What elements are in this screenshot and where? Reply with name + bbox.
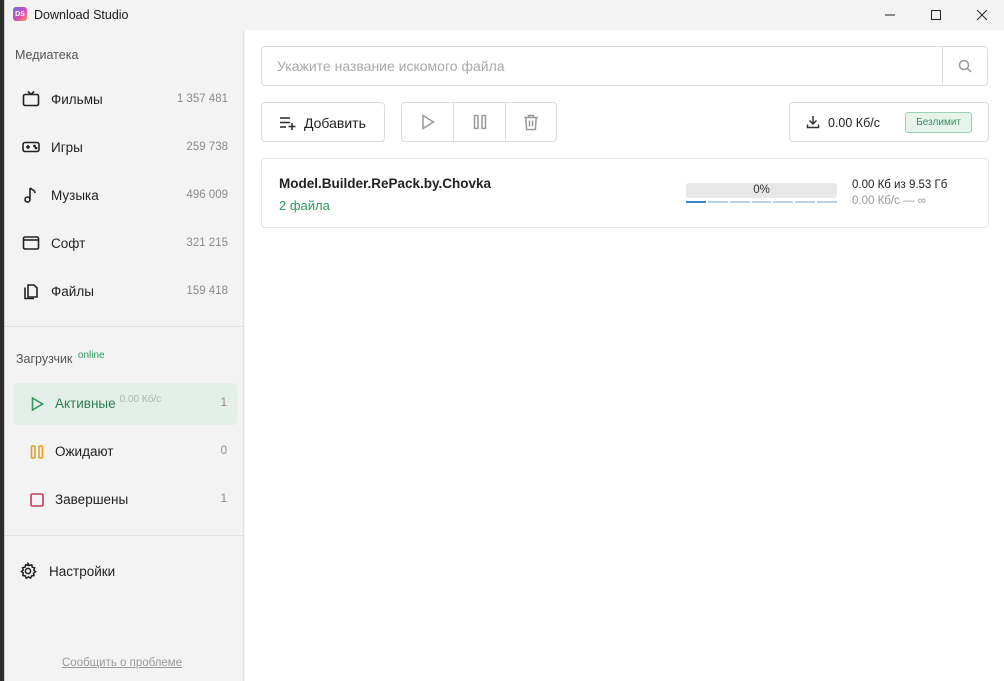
- segment: [707, 201, 728, 203]
- sidebar-item-count: 0: [220, 445, 227, 457]
- total-speed: 0.00 Кб/с: [828, 116, 880, 130]
- maximize-button[interactable]: [913, 0, 959, 30]
- sidebar-item-label: Музыка: [51, 187, 99, 203]
- gamepad-icon: [21, 137, 41, 157]
- search-icon: [958, 59, 972, 73]
- sidebar-divider: [5, 535, 244, 536]
- sidebar: Медиатека Фильмы 1 357 481 Игры 259 738 …: [5, 30, 244, 681]
- sidebar-item-count: 496 009: [186, 189, 228, 201]
- sidebar-item-label: Фильмы: [51, 91, 103, 107]
- pause-icon: [473, 114, 486, 130]
- download-icon: [806, 116, 820, 129]
- sidebar-item-music[interactable]: Музыка 496 009: [5, 174, 244, 216]
- sidebar-item-label: Завершены: [55, 492, 129, 507]
- active-label-text: Активные: [55, 396, 116, 411]
- files-icon: [21, 281, 41, 301]
- delete-button[interactable]: [504, 103, 556, 141]
- sidebar-item-software[interactable]: Софт 321 215: [5, 222, 244, 264]
- sidebar-item-count: 1 357 481: [176, 93, 228, 105]
- pause-icon: [27, 442, 47, 462]
- segment: [795, 201, 816, 203]
- gear-icon: [19, 561, 37, 585]
- task-progress-text: 0%: [753, 184, 770, 196]
- settings-label: Настройки: [49, 564, 116, 579]
- app-window: DS Download Studio Медиатека Фильмы 1 35…: [4, 0, 1004, 681]
- window-title: Download Studio: [34, 8, 129, 22]
- task-progress-bar: 0%: [686, 183, 837, 198]
- sidebar-item-count: 159 418: [186, 285, 228, 297]
- sidebar-item-games[interactable]: Игры 259 738: [5, 126, 244, 168]
- library-section-title: Медиатека: [15, 48, 79, 62]
- window-icon: [21, 233, 41, 253]
- play-icon: [27, 394, 47, 414]
- online-status: online: [77, 350, 105, 361]
- search-button[interactable]: [942, 47, 987, 85]
- report-problem-link[interactable]: Сообщить о проблеме: [62, 657, 182, 669]
- sidebar-item-completed[interactable]: Завершены 1: [13, 479, 237, 521]
- sidebar-item-label: Активные 0.00 Кб/с: [55, 394, 162, 411]
- sidebar-item-count: 259 738: [186, 141, 228, 153]
- add-list-icon: [280, 117, 296, 130]
- limit-badge[interactable]: Безлимит: [905, 112, 972, 133]
- task-speed: 0.00 Кб/с — ∞: [852, 195, 926, 207]
- search-input[interactable]: [262, 47, 943, 85]
- segment: [817, 201, 838, 203]
- sidebar-item-count: 321 215: [186, 237, 228, 249]
- task-row[interactable]: Model.Builder.RePack.by.Chovka 2 файла 0…: [261, 158, 989, 228]
- maximize-icon: [931, 10, 941, 20]
- sidebar-item-count: 1: [220, 493, 227, 505]
- main-panel: Добавить 0.00 Кб/с Безлимит Model.Builde…: [245, 30, 1004, 681]
- sidebar-item-label: Игры: [51, 139, 83, 155]
- active-speed: 0.00 Кб/с: [119, 394, 162, 405]
- segment: [773, 201, 794, 203]
- minimize-button[interactable]: [867, 0, 913, 30]
- title-bar: DS Download Studio: [5, 0, 1004, 30]
- task-controls: [401, 102, 557, 142]
- task-files-link[interactable]: 2 файла: [279, 198, 330, 213]
- sidebar-item-count: 1: [220, 397, 227, 409]
- pause-button[interactable]: [453, 103, 504, 141]
- music-note-icon: [21, 185, 41, 205]
- speed-limit-box[interactable]: 0.00 Кб/с Безлимит: [789, 102, 989, 142]
- sidebar-item-settings[interactable]: Настройки: [5, 551, 244, 593]
- task-size: 0.00 Кб из 9.53 Гб: [852, 179, 948, 191]
- segment: [729, 201, 750, 203]
- loader-title-text: Загрузчик: [16, 352, 73, 366]
- tv-icon: [21, 89, 41, 109]
- task-segments: [686, 201, 838, 203]
- play-icon: [421, 114, 435, 130]
- segment: [751, 201, 772, 203]
- sidebar-item-files[interactable]: Файлы 159 418: [5, 270, 244, 312]
- sidebar-item-label: Файлы: [51, 283, 94, 299]
- sidebar-item-waiting[interactable]: Ожидают 0: [13, 431, 237, 473]
- search-bar: [261, 46, 988, 86]
- segment: [686, 201, 706, 203]
- add-button-label: Добавить: [304, 115, 366, 131]
- sidebar-divider: [5, 326, 244, 327]
- sidebar-item-movies[interactable]: Фильмы 1 357 481: [5, 78, 244, 120]
- task-name: Model.Builder.RePack.by.Chovka: [279, 176, 492, 191]
- sidebar-item-label: Софт: [51, 235, 86, 251]
- resume-button[interactable]: [402, 103, 453, 141]
- loader-section-title: Загрузчик online: [16, 350, 105, 366]
- sidebar-item-active[interactable]: Активные 0.00 Кб/с 1: [13, 383, 237, 425]
- minimize-icon: [885, 14, 895, 16]
- add-button[interactable]: Добавить: [261, 102, 385, 142]
- trash-icon: [523, 114, 538, 130]
- close-icon: [976, 9, 988, 21]
- sidebar-item-label: Ожидают: [55, 444, 114, 459]
- app-logo-icon: DS: [13, 7, 27, 21]
- close-button[interactable]: [959, 0, 1004, 30]
- stop-icon: [27, 490, 47, 510]
